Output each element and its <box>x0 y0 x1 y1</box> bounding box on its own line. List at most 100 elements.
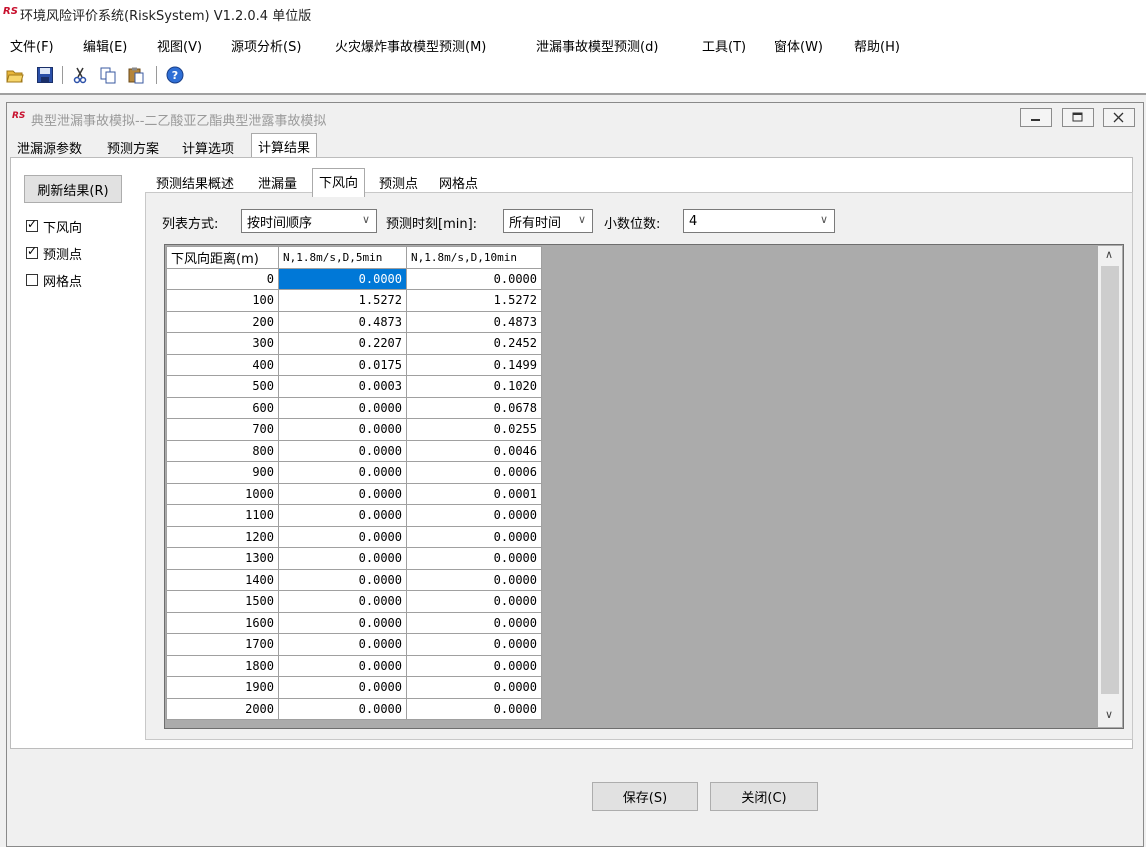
decimals-select[interactable]: 4 ∨ <box>683 209 835 233</box>
table-cell[interactable]: 0.0000 <box>406 633 542 656</box>
table-cell[interactable]: 0.0000 <box>278 396 407 419</box>
row-header-cell[interactable]: 800 <box>166 439 279 462</box>
row-header-cell[interactable]: 500 <box>166 375 279 398</box>
table-cell[interactable]: 0.0000 <box>406 504 542 527</box>
close-window-button[interactable] <box>1103 108 1135 127</box>
table-cell[interactable]: 0.4873 <box>406 310 542 333</box>
row-header-cell[interactable]: 100 <box>166 289 279 312</box>
menu-tools[interactable]: 工具(T) <box>702 36 746 55</box>
menu-view[interactable]: 视图(V) <box>157 36 202 55</box>
table-cell[interactable]: 0.0003 <box>278 375 407 398</box>
row-header-cell[interactable]: 400 <box>166 353 279 376</box>
tab-leak-source[interactable]: 泄漏源参数 <box>17 138 82 157</box>
table-cell[interactable]: 1.5272 <box>406 289 542 312</box>
row-header-cell[interactable]: 1600 <box>166 611 279 634</box>
table-cell[interactable]: 0.0000 <box>406 525 542 548</box>
save-icon[interactable] <box>36 66 54 84</box>
table-cell[interactable]: 0.0000 <box>278 547 407 570</box>
menu-leak-prediction[interactable]: 泄漏事故模型预测(d) <box>536 36 658 55</box>
row-header-cell[interactable]: 2000 <box>166 697 279 720</box>
table-cell[interactable]: 0.0000 <box>278 482 407 505</box>
restore-button[interactable] <box>1062 108 1094 127</box>
results-grid[interactable]: 下风向距离(m) N,1.8m/s,D,5min N,1.8m/s,D,10mi… <box>164 244 1124 729</box>
table-cell[interactable]: 0.0046 <box>406 439 542 462</box>
table-cell[interactable]: 1.5272 <box>278 289 407 312</box>
open-folder-icon[interactable] <box>6 66 24 84</box>
tab-calc-options[interactable]: 计算选项 <box>182 138 234 157</box>
tab-prediction-plan[interactable]: 预测方案 <box>107 138 159 157</box>
row-header-cell[interactable]: 1100 <box>166 504 279 527</box>
table-cell[interactable]: 0.0000 <box>406 267 542 290</box>
row-header-cell[interactable]: 1800 <box>166 654 279 677</box>
paste-icon[interactable] <box>127 66 145 84</box>
scrollbar-thumb[interactable] <box>1101 266 1119 694</box>
tab-calc-results[interactable]: 计算结果 <box>251 133 318 160</box>
table-cell[interactable]: 0.0255 <box>406 418 542 441</box>
menu-window[interactable]: 窗体(W) <box>774 36 823 55</box>
row-header-cell[interactable]: 200 <box>166 310 279 333</box>
prediction-time-select[interactable]: 所有时间 ∨ <box>503 209 593 233</box>
table-cell[interactable]: 0.0006 <box>406 461 542 484</box>
copy-icon[interactable] <box>99 66 117 84</box>
table-cell[interactable]: 0.0000 <box>278 611 407 634</box>
table-cell[interactable]: 0.0678 <box>406 396 542 419</box>
row-header-cell[interactable]: 1300 <box>166 547 279 570</box>
row-header-cell[interactable]: 1700 <box>166 633 279 656</box>
list-mode-select[interactable]: 按时间顺序 ∨ <box>241 209 377 233</box>
menu-fire-explosion[interactable]: 火灾爆炸事故模型预测(M) <box>335 36 486 55</box>
scroll-down-icon[interactable]: ∨ <box>1105 708 1113 721</box>
menu-file[interactable]: 文件(F) <box>10 36 54 55</box>
scroll-up-icon[interactable]: ∧ <box>1105 248 1113 261</box>
row-header-cell[interactable]: 1900 <box>166 676 279 699</box>
menu-edit[interactable]: 编辑(E) <box>83 36 127 55</box>
table-cell[interactable]: 0.0000 <box>278 654 407 677</box>
row-header-cell[interactable]: 300 <box>166 332 279 355</box>
table-cell[interactable]: 0.0000 <box>278 504 407 527</box>
table-cell[interactable]: 0.1499 <box>406 353 542 376</box>
column-header[interactable]: N,1.8m/s,D,10min <box>406 246 542 269</box>
help-icon[interactable]: ? <box>166 66 184 84</box>
tab-downwind[interactable]: 下风向 <box>312 168 366 197</box>
table-cell[interactable]: 0.0000 <box>406 697 542 720</box>
checkbox-downwind[interactable]: 下风向 <box>26 216 82 236</box>
table-cell[interactable]: 0.0175 <box>278 353 407 376</box>
checkbox-prediction-points[interactable]: 预测点 <box>26 243 82 263</box>
row-header-cell[interactable]: 600 <box>166 396 279 419</box>
row-header-cell[interactable]: 1400 <box>166 568 279 591</box>
refresh-results-button[interactable]: 刷新结果(R) <box>24 175 122 203</box>
table-cell[interactable]: 0.2452 <box>406 332 542 355</box>
row-header-cell[interactable]: 1500 <box>166 590 279 613</box>
row-header-cell[interactable]: 900 <box>166 461 279 484</box>
table-cell[interactable]: 0.0000 <box>278 568 407 591</box>
row-header-cell[interactable]: 700 <box>166 418 279 441</box>
tab-leak-amount[interactable]: 泄漏量 <box>258 173 297 192</box>
table-cell[interactable]: 0.0000 <box>278 697 407 720</box>
checkbox-box[interactable] <box>26 274 38 286</box>
table-cell[interactable]: 0.1020 <box>406 375 542 398</box>
minimize-button[interactable] <box>1020 108 1052 127</box>
menu-help[interactable]: 帮助(H) <box>854 36 900 55</box>
row-header-cell[interactable]: 0 <box>166 267 279 290</box>
save-button[interactable]: 保存(S) <box>592 782 698 811</box>
table-cell[interactable]: 0.0000 <box>406 568 542 591</box>
table-cell[interactable]: 0.0000 <box>406 547 542 570</box>
table-cell[interactable]: 0.0000 <box>406 676 542 699</box>
table-cell[interactable]: 0.0000 <box>278 418 407 441</box>
table-cell[interactable]: 0.0000 <box>406 611 542 634</box>
table-cell[interactable]: 0.0000 <box>278 633 407 656</box>
menu-source-analysis[interactable]: 源项分析(S) <box>231 36 301 55</box>
table-cell[interactable]: 0.0000 <box>278 461 407 484</box>
column-header[interactable]: N,1.8m/s,D,5min <box>278 246 407 269</box>
tab-prediction-points[interactable]: 预测点 <box>379 173 418 192</box>
table-cell[interactable]: 0.4873 <box>278 310 407 333</box>
table-cell[interactable]: 0.0000 <box>278 439 407 462</box>
table-cell[interactable]: 0.0000 <box>278 267 407 290</box>
table-cell[interactable]: 0.0000 <box>278 676 407 699</box>
table-cell[interactable]: 0.0000 <box>278 590 407 613</box>
table-cell[interactable]: 0.0000 <box>406 590 542 613</box>
close-button[interactable]: 关闭(C) <box>710 782 818 811</box>
table-cell[interactable]: 0.0000 <box>278 525 407 548</box>
tab-grid-points[interactable]: 网格点 <box>439 173 478 192</box>
tab-results-overview[interactable]: 预测结果概述 <box>156 173 234 192</box>
checkbox-grid-points[interactable]: 网格点 <box>26 270 82 290</box>
